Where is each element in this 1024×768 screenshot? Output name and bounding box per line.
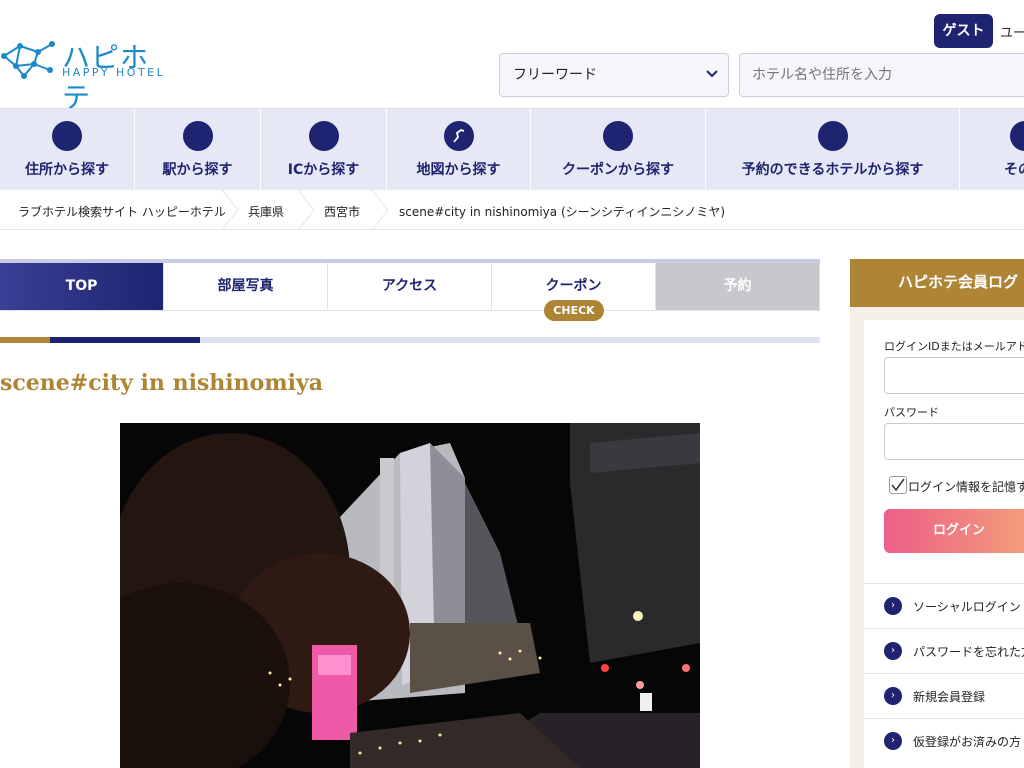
hotel-name: scene#city in nishinomiya [0, 370, 324, 396]
nav-item-label: ICから探す [287, 162, 360, 178]
social-login-link[interactable]: › ソーシャルログイン [864, 583, 1024, 628]
network-logo-icon [1, 41, 55, 79]
nav-item-label: 住所から探す [25, 162, 109, 178]
nav-item-station[interactable]: 駅から探す [135, 109, 261, 191]
chevron-down-icon [706, 54, 718, 113]
nav-item-reservation[interactable]: 予約のできるホテルから探す [706, 109, 960, 191]
remember-checkbox[interactable] [889, 476, 907, 494]
user-link[interactable]: ユー [1000, 22, 1024, 41]
nav-item-label: 地図から探す [416, 162, 501, 178]
search-input[interactable] [739, 53, 1024, 97]
forgot-password-link[interactable]: › パスワードを忘れた方 [864, 628, 1024, 673]
login-id-label: ログインIDまたはメールアドレ [884, 340, 1024, 353]
breadcrumb: ラブホテル検索サイト ハッピーホテル 兵庫県 西宮市 scene#city in… [0, 190, 1024, 230]
search-type-value: フリーワード [513, 67, 597, 83]
reserve-icon [817, 121, 848, 151]
checkmark-icon [891, 478, 905, 492]
guest-button[interactable]: ゲスト [934, 14, 993, 48]
tab-progress-bar [0, 337, 820, 343]
link-label: パスワードを忘れた方 [913, 645, 1024, 659]
breadcrumb-separator-icon [221, 190, 239, 230]
logo-text-en: HAPPY HOTEL [62, 66, 166, 79]
highway-icon [308, 121, 339, 151]
nav-item-coupon[interactable]: クーポンから探す [531, 109, 706, 191]
breadcrumb-prefecture[interactable]: 兵庫県 [248, 203, 284, 220]
site-header: ハピホテ HAPPY HOTEL ゲスト ユー フリーワード [0, 0, 1024, 114]
chevron-right-icon: › [884, 732, 902, 750]
chevron-right-icon: › [884, 597, 902, 615]
register-link[interactable]: › 新規会員登録 [864, 673, 1024, 718]
happy-hotel-logo[interactable]: ハピホテ HAPPY HOTEL [0, 36, 175, 114]
nav-item-label: 駅から探す [162, 162, 233, 178]
train-icon [182, 121, 213, 151]
check-badge: CHECK [544, 300, 604, 321]
password-label: パスワード [884, 406, 939, 419]
breadcrumb-separator-icon [297, 190, 315, 230]
progress-gold-segment [0, 337, 50, 343]
map-icon [443, 121, 474, 151]
nav-item-address[interactable]: 住所から探す [0, 109, 135, 191]
breadcrumb-home[interactable]: ラブホテル検索サイト ハッピーホテル [18, 203, 226, 220]
remember-label: ログイン情報を記憶す [908, 480, 1024, 494]
hotel-photo[interactable] [120, 423, 700, 768]
link-label: ソーシャルログイン [913, 600, 1021, 614]
location-icon [52, 121, 82, 151]
nav-item-map[interactable]: 地図から探す [387, 109, 531, 191]
provisional-registered-link[interactable]: › 仮登録がお済みの方 [864, 718, 1024, 763]
tab-reservation: 予約 [656, 263, 820, 311]
password-field[interactable] [884, 423, 1024, 460]
search-type-select[interactable]: フリーワード [499, 53, 729, 97]
member-login-heading: ハピホテ会員ログ [850, 259, 1024, 307]
chevron-right-icon: › [884, 687, 902, 705]
nav-item-label: クーポンから探す [562, 162, 674, 178]
progress-navy-segment [50, 337, 200, 343]
breadcrumb-separator-icon [371, 190, 389, 230]
nav-item-label: その他 [1004, 162, 1024, 178]
more-icon [1010, 121, 1024, 151]
nav-item-other[interactable]: その他 [960, 109, 1024, 191]
tab-room-photos[interactable]: 部屋写真 [164, 263, 328, 311]
link-label: 仮登録がお済みの方 [913, 735, 1022, 749]
login-button[interactable]: ログイン [884, 509, 1024, 553]
login-id-field[interactable] [884, 357, 1024, 394]
hotel-night-exterior-image [120, 423, 700, 768]
tab-top[interactable]: TOP [0, 263, 164, 311]
nav-item-label: 予約のできるホテルから探す [741, 162, 924, 178]
breadcrumb-current: scene#city in nishinomiya (シーンシティインニシノミヤ… [399, 205, 725, 219]
link-label: 新規会員登録 [913, 690, 986, 704]
search-nav: 住所から探す 駅から探す ICから探す 地図から探す クーポンから探す 予約ので… [0, 108, 1024, 191]
breadcrumb-city[interactable]: 西宮市 [324, 203, 360, 220]
tab-access[interactable]: アクセス [328, 263, 492, 311]
coupon-icon [603, 121, 633, 151]
nav-item-ic[interactable]: ICから探す [261, 109, 387, 191]
chevron-right-icon: › [884, 642, 902, 660]
